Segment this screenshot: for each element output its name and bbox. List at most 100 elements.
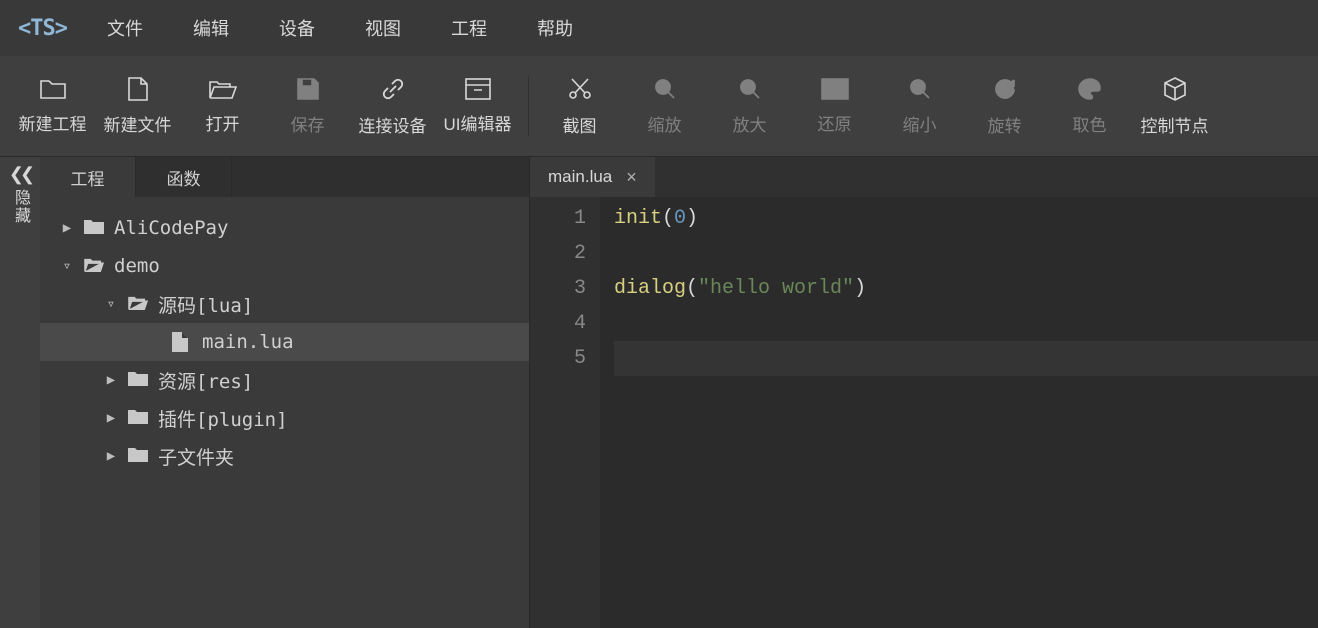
toolbar-label: 新建文件 bbox=[104, 111, 172, 136]
chevron-down-icon: ▿ bbox=[60, 258, 74, 274]
menu-file[interactable]: 文件 bbox=[97, 15, 153, 41]
tree-item-subfolder[interactable]: ▶ 子文件夹 bbox=[40, 437, 529, 475]
menubar: <TS> 文件 编辑 设备 视图 工程 帮助 bbox=[0, 0, 1318, 56]
project-tree: ▶ AliCodePay ▿ demo ▿ 源码[lua] main.lua ▶ bbox=[40, 197, 529, 487]
menu-edit[interactable]: 编辑 bbox=[183, 15, 239, 41]
tree-item-label: demo bbox=[114, 255, 160, 277]
code-line-current[interactable] bbox=[614, 341, 1318, 376]
editor-tab-main-lua[interactable]: main.lua × bbox=[530, 157, 655, 197]
chevron-right-icon: ▶ bbox=[104, 410, 118, 426]
toolbar-label: 还原 bbox=[818, 110, 852, 135]
folder-icon bbox=[84, 218, 104, 238]
folder-icon bbox=[128, 408, 148, 428]
toolbar-label: 新建工程 bbox=[19, 110, 87, 135]
toolbar-label: 截图 bbox=[563, 112, 597, 137]
editor-tabs: main.lua × bbox=[530, 157, 1318, 197]
side-tab-functions[interactable]: 函数 bbox=[136, 157, 232, 197]
main-area: ❮❮ 隐藏 工程 函数 ▶ AliCodePay ▿ demo ▿ 源码[lua… bbox=[0, 156, 1318, 628]
toolbar-save[interactable]: 保存 bbox=[265, 56, 350, 156]
toolbar-zoom-in[interactable]: 放大 bbox=[707, 56, 792, 156]
toolbar-label: UI编辑器 bbox=[444, 110, 512, 135]
tree-item-label: AliCodePay bbox=[114, 217, 228, 239]
code-line[interactable] bbox=[614, 236, 1318, 271]
file-icon bbox=[128, 77, 148, 101]
menu-help[interactable]: 帮助 bbox=[527, 15, 583, 41]
app-logo: <TS> bbox=[18, 16, 67, 41]
close-icon[interactable]: × bbox=[626, 167, 637, 188]
toolbar-zoom[interactable]: 缩放 bbox=[622, 56, 707, 156]
rotate-icon bbox=[992, 76, 1018, 102]
toolbar-ui-editor[interactable]: UI编辑器 bbox=[435, 56, 520, 156]
line-number: 5 bbox=[530, 341, 586, 376]
folder-open-icon bbox=[128, 294, 148, 314]
link-icon bbox=[380, 76, 406, 102]
chevron-down-icon: ▿ bbox=[104, 296, 118, 312]
tree-item-res[interactable]: ▶ 资源[res] bbox=[40, 361, 529, 399]
line-number: 3 bbox=[530, 271, 586, 306]
side-tab-project[interactable]: 工程 bbox=[40, 157, 136, 197]
toolbar-label: 取色 bbox=[1073, 111, 1107, 136]
one-to-one-icon bbox=[821, 78, 849, 100]
file-icon bbox=[172, 332, 192, 352]
toolbar-label: 缩小 bbox=[903, 111, 937, 136]
side-panel: 工程 函数 ▶ AliCodePay ▿ demo ▿ 源码[lua] bbox=[40, 157, 530, 628]
save-icon bbox=[296, 77, 320, 101]
tree-item-label: 源码[lua] bbox=[158, 291, 253, 318]
tree-item-plugin[interactable]: ▶ 插件[plugin] bbox=[40, 399, 529, 437]
collapse-label: 隐藏 bbox=[8, 189, 32, 225]
toolbar-label: 连接设备 bbox=[359, 112, 427, 137]
toolbar-new-file[interactable]: 新建文件 bbox=[95, 56, 180, 156]
toolbar-zoom-out[interactable]: 缩小 bbox=[877, 56, 962, 156]
layout-icon bbox=[465, 78, 491, 100]
toolbar-separator bbox=[528, 76, 529, 136]
toolbar-label: 放大 bbox=[733, 111, 767, 136]
tree-item-source-lua[interactable]: ▿ 源码[lua] bbox=[40, 285, 529, 323]
toolbar-reset-zoom[interactable]: 还原 bbox=[792, 56, 877, 156]
menu-view[interactable]: 视图 bbox=[355, 15, 411, 41]
toolbar-screenshot[interactable]: 截图 bbox=[537, 56, 622, 156]
toolbar-label: 打开 bbox=[206, 110, 240, 135]
cube-icon bbox=[1162, 76, 1188, 102]
toolbar-label: 缩放 bbox=[648, 111, 682, 136]
code-line[interactable] bbox=[614, 306, 1318, 341]
toolbar-rotate[interactable]: 旋转 bbox=[962, 56, 1047, 156]
tree-item-label: 资源[res] bbox=[158, 367, 253, 394]
side-tabs: 工程 函数 bbox=[40, 157, 529, 197]
toolbar-connect-device[interactable]: 连接设备 bbox=[350, 56, 435, 156]
zoom-out-icon bbox=[908, 77, 932, 101]
folder-open-icon bbox=[84, 256, 104, 276]
zoom-in-icon bbox=[738, 77, 762, 101]
folder-icon bbox=[128, 446, 148, 466]
chevron-right-icon: ▶ bbox=[60, 220, 74, 236]
folder-icon bbox=[40, 78, 66, 100]
toolbar-pick-color[interactable]: 取色 bbox=[1047, 56, 1132, 156]
menu-project[interactable]: 工程 bbox=[441, 15, 497, 41]
scissors-icon bbox=[567, 76, 593, 102]
toolbar-new-project[interactable]: 新建工程 bbox=[10, 56, 95, 156]
toolbar-control-node[interactable]: 控制节点 bbox=[1132, 56, 1217, 156]
toolbar-label: 旋转 bbox=[988, 112, 1022, 137]
chevrons-left-icon: ❮❮ bbox=[9, 165, 31, 183]
folder-icon bbox=[128, 370, 148, 390]
chevron-right-icon: ▶ bbox=[104, 372, 118, 388]
tree-item-label: main.lua bbox=[202, 331, 294, 353]
code-line[interactable]: dialog("hello world") bbox=[614, 271, 1318, 306]
toolbar-label: 控制节点 bbox=[1141, 112, 1209, 137]
open-folder-icon bbox=[209, 78, 237, 100]
toolbar-open[interactable]: 打开 bbox=[180, 56, 265, 156]
toolbar: 新建工程 新建文件 打开 保存 连接设备 UI编辑器 截图 缩放 放大 还原 bbox=[0, 56, 1318, 156]
tree-item-demo[interactable]: ▿ demo bbox=[40, 247, 529, 285]
sidebar-collapse-button[interactable]: ❮❮ 隐藏 bbox=[0, 157, 40, 628]
palette-icon bbox=[1077, 77, 1103, 101]
code-view[interactable]: 1 2 3 4 5 init(0) dialog("hello world") bbox=[530, 197, 1318, 628]
magnifier-icon bbox=[653, 77, 677, 101]
line-number: 4 bbox=[530, 306, 586, 341]
menu-device[interactable]: 设备 bbox=[269, 15, 325, 41]
tree-item-alicodepay[interactable]: ▶ AliCodePay bbox=[40, 209, 529, 247]
editor-tab-label: main.lua bbox=[548, 167, 612, 187]
tree-item-main-lua[interactable]: main.lua bbox=[40, 323, 529, 361]
tree-item-label: 子文件夹 bbox=[158, 443, 234, 470]
code-lines[interactable]: init(0) dialog("hello world") bbox=[600, 197, 1318, 628]
line-number-gutter: 1 2 3 4 5 bbox=[530, 197, 600, 628]
code-line[interactable]: init(0) bbox=[614, 201, 1318, 236]
